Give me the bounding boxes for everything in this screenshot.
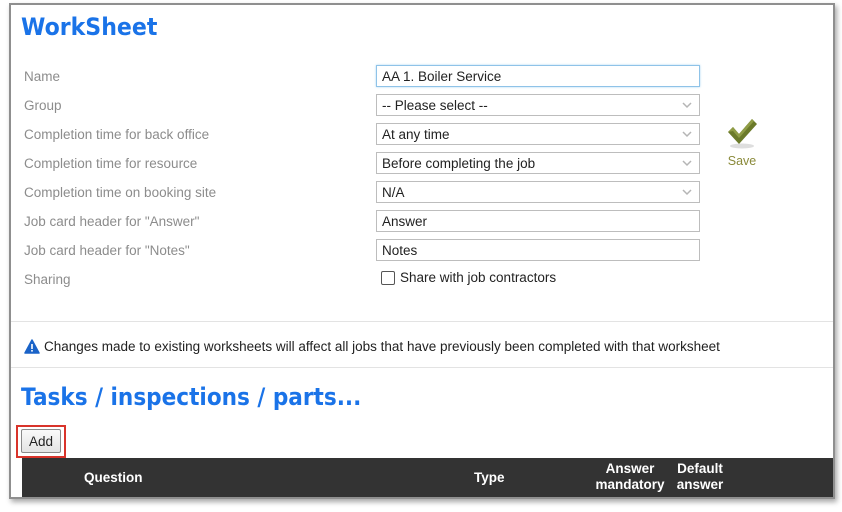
resource-select[interactable]: Before completing the job [376, 152, 700, 174]
column-default-answer[interactable]: Default answer [670, 461, 730, 493]
group-select-value: -- Please select -- [382, 98, 488, 113]
back-office-label: Completion time for back office [24, 127, 210, 142]
chevron-down-icon [682, 189, 692, 196]
worksheet-panel: WorkSheet Name AA 1. Boiler Service Grou… [9, 3, 835, 499]
warning-text: Changes made to existing worksheets will… [44, 339, 720, 354]
form-row-answer-header: Job card header for "Answer" Answer [11, 210, 711, 234]
notes-header-input[interactable]: Notes [376, 239, 700, 261]
sharing-label: Sharing [24, 272, 71, 287]
form-row-resource: Completion time for resource Before comp… [11, 152, 711, 176]
tasks-table-header: Question Type Answer mandatory Default a… [22, 458, 833, 497]
form-row-back-office: Completion time for back office At any t… [11, 123, 711, 147]
save-button[interactable]: Save [723, 117, 761, 168]
column-answer-mandatory-line2: mandatory [595, 477, 665, 492]
column-default-answer-line1: Default [677, 461, 723, 476]
answer-header-label: Job card header for "Answer" [24, 214, 200, 229]
warning-triangle-icon [24, 339, 40, 354]
column-type[interactable]: Type [474, 470, 505, 486]
column-question[interactable]: Question [84, 470, 143, 486]
divider [11, 321, 833, 322]
notes-header-label: Job card header for "Notes" [24, 243, 190, 258]
column-answer-mandatory-line1: Answer [605, 461, 655, 476]
share-with-contractors[interactable]: Share with job contractors [381, 270, 556, 285]
column-answer-mandatory[interactable]: Answer mandatory [590, 461, 670, 493]
share-label: Share with job contractors [400, 270, 557, 285]
back-office-select-value: At any time [382, 127, 450, 142]
chevron-down-icon [682, 102, 692, 109]
save-label: Save [727, 154, 757, 168]
form-row-name: Name AA 1. Boiler Service [11, 65, 711, 89]
form-row-sharing: Sharing Share with job contractors [11, 268, 711, 292]
form-row-notes-header: Job card header for "Notes" Notes [11, 239, 711, 263]
group-label: Group [24, 98, 62, 113]
checkmark-icon [728, 119, 757, 149]
form-row-booking-site: Completion time on booking site N/A [11, 181, 711, 205]
chevron-down-icon [682, 160, 692, 167]
resource-label: Completion time for resource [24, 156, 198, 171]
back-office-select[interactable]: At any time [376, 123, 700, 145]
answer-header-input[interactable]: Answer [376, 210, 700, 232]
group-select[interactable]: -- Please select -- [376, 94, 700, 116]
chevron-down-icon [682, 131, 692, 138]
form-row-group: Group -- Please select -- [11, 94, 711, 118]
add-task-button[interactable]: Add [21, 429, 61, 453]
booking-site-select[interactable]: N/A [376, 181, 700, 203]
divider [11, 367, 833, 368]
warning-message: Changes made to existing worksheets will… [24, 339, 720, 354]
name-input[interactable]: AA 1. Boiler Service [376, 65, 700, 87]
booking-site-select-value: N/A [382, 185, 405, 200]
share-checkbox[interactable] [381, 270, 395, 285]
page-title: WorkSheet [21, 13, 158, 41]
booking-site-label: Completion time on booking site [24, 185, 217, 200]
column-default-answer-line2: answer [676, 477, 724, 492]
resource-select-value: Before completing the job [382, 156, 536, 171]
tasks-title: Tasks / inspections / parts... [21, 383, 362, 411]
name-label: Name [24, 69, 61, 84]
